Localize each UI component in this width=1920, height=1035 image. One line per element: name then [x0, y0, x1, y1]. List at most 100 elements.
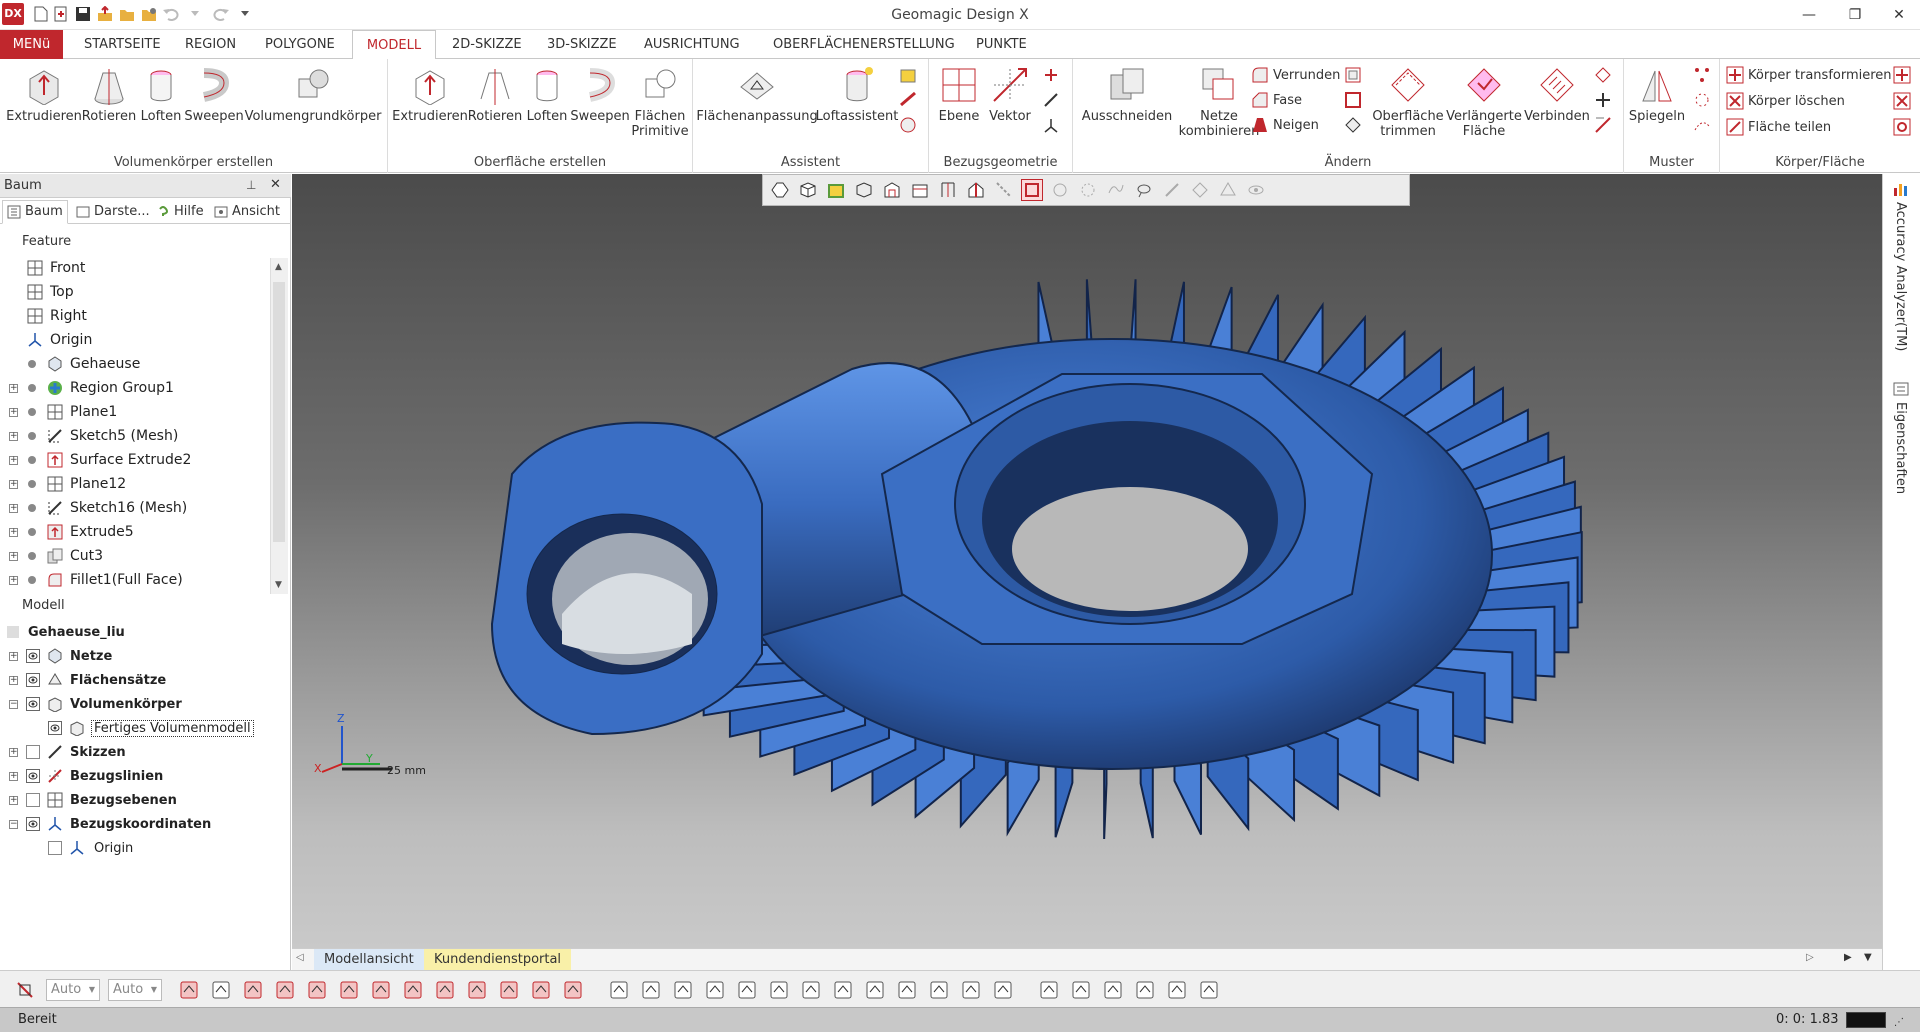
visibility-checkbox[interactable]: [48, 841, 62, 855]
point-view-icon[interactable]: [242, 979, 264, 1001]
open-import-icon[interactable]: [52, 5, 70, 23]
expand-icon[interactable]: +: [9, 431, 18, 441]
visibility-dot[interactable]: [28, 504, 36, 512]
feature-gehaeuse[interactable]: Gehaeuse: [0, 352, 268, 376]
mirror-button[interactable]: Spiegeln: [1628, 65, 1686, 124]
tab-modell[interactable]: MODELL: [352, 30, 436, 60]
draft-button[interactable]: Neigen: [1251, 115, 1319, 135]
split-face-button[interactable]: Fläche teilen: [1726, 117, 1831, 137]
feature-cut3[interactable]: + Cut3: [0, 544, 268, 568]
combine-meshes-button[interactable]: Netze kombinieren: [1177, 65, 1261, 139]
expand-icon[interactable]: +: [9, 383, 18, 393]
tab-polygone[interactable]: POLYGONE: [255, 30, 345, 59]
section-view-icon[interactable]: [498, 979, 520, 1001]
feature-plane1[interactable]: + Plane1: [0, 400, 268, 424]
feature-front[interactable]: Front: [0, 256, 268, 280]
plane-button[interactable]: Ebene: [935, 65, 983, 124]
modify-tool-3-icon[interactable]: [1593, 115, 1613, 135]
visibility-dot[interactable]: [28, 360, 36, 368]
model-fertiges-volumenmodell[interactable]: Fertiges Volumenmodell: [0, 716, 290, 740]
offset-icon[interactable]: [1343, 90, 1363, 110]
trim-surface-button[interactable]: Oberfläche trimmen: [1371, 65, 1445, 139]
modify-tool-1-icon[interactable]: [1593, 65, 1613, 85]
modify-tool-2-icon[interactable]: [1593, 90, 1613, 110]
surface-loft-button[interactable]: Loften: [524, 65, 570, 124]
surface-extrude-button[interactable]: Extrudieren: [392, 65, 468, 124]
surface-sweep-button[interactable]: Sweepen: [570, 65, 630, 124]
visibility-dot[interactable]: [28, 408, 36, 416]
export-icon[interactable]: [96, 5, 114, 23]
tab-eigenschaften[interactable]: Eigenschaften: [1893, 402, 1908, 494]
pick-face-icon[interactable]: [640, 979, 662, 1001]
curvature-view-icon[interactable]: [370, 979, 392, 1001]
scroll-left-icon[interactable]: ◁: [296, 952, 304, 963]
pick-sketch-icon[interactable]: [768, 979, 790, 1001]
feature-top[interactable]: Top: [0, 280, 268, 304]
tab-2d-skizze[interactable]: 2D-SKIZZE: [442, 30, 532, 59]
3d-viewport[interactable]: Z Y X 25 mm: [292, 174, 1882, 948]
solid-revolve-button[interactable]: Rotieren: [80, 65, 138, 124]
selection-filter-icon[interactable]: [14, 979, 36, 1001]
tab-accuracy-analyzer[interactable]: Accuracy Analyzer(TM): [1893, 202, 1908, 351]
eye-icon[interactable]: [48, 721, 62, 735]
expand-icon[interactable]: +: [9, 455, 18, 465]
transparent-view-icon[interactable]: [306, 979, 328, 1001]
close-icon[interactable]: ✕: [1876, 0, 1920, 30]
linear-pattern-icon[interactable]: [1692, 65, 1712, 85]
save-icon[interactable]: [74, 5, 92, 23]
model-flaechensaetze[interactable]: + Flächensätze: [0, 668, 290, 692]
feature-surface-extrude2[interactable]: + Surface Extrude2: [0, 448, 268, 472]
model-origin[interactable]: Origin: [0, 836, 290, 860]
curve-pattern-icon[interactable]: [1692, 115, 1712, 135]
cut-button[interactable]: Ausschneiden: [1079, 65, 1175, 124]
model-volumenkoerper[interactable]: − Volumenkörper: [0, 692, 290, 716]
feature-fillet1[interactable]: + Fillet1(Full Face): [0, 568, 268, 592]
visibility-dot[interactable]: [28, 384, 36, 392]
expand-icon[interactable]: +: [9, 675, 18, 685]
pick-body-icon[interactable]: [608, 979, 630, 1001]
redo-icon[interactable]: [212, 5, 230, 23]
wizard-tool-3-icon[interactable]: [898, 115, 918, 135]
dropdown-arrow-icon[interactable]: [186, 5, 204, 23]
model-render[interactable]: [292, 174, 1882, 948]
expand-icon[interactable]: +: [9, 575, 18, 585]
move-face-icon[interactable]: [1343, 115, 1363, 135]
open-folder-icon[interactable]: [118, 5, 136, 23]
tab-baum[interactable]: Baum: [2, 200, 68, 224]
new-file-icon[interactable]: [32, 5, 50, 23]
clipping-view-icon[interactable]: [466, 979, 488, 1001]
tab-modellansicht[interactable]: Modellansicht: [314, 949, 424, 971]
eye-icon[interactable]: [26, 697, 40, 711]
tab-ausrichtung[interactable]: AUSRICHTUNG: [634, 30, 750, 59]
delete-body-button[interactable]: Körper löschen: [1726, 91, 1845, 111]
restore-icon[interactable]: ❐: [1832, 0, 1878, 30]
point-icon[interactable]: [1041, 65, 1061, 85]
measure-distance-icon[interactable]: [1070, 979, 1092, 1001]
pick-plane-icon[interactable]: [800, 979, 822, 1001]
deviation-view-icon[interactable]: [338, 979, 360, 1001]
model-bezugsebenen[interactable]: + Bezugsebenen: [0, 788, 290, 812]
tab-ansicht[interactable]: Ansicht: [210, 200, 284, 224]
visibility-dot[interactable]: [28, 576, 36, 584]
shaded-view-icon[interactable]: [178, 979, 200, 1001]
wireframe-view-icon[interactable]: [274, 979, 296, 1001]
circular-pattern-icon[interactable]: [1692, 90, 1712, 110]
eye-icon[interactable]: [26, 817, 40, 831]
tab-region[interactable]: REGION: [175, 30, 246, 59]
visibility-dot[interactable]: [28, 480, 36, 488]
panel-close-icon[interactable]: ✕: [270, 177, 281, 192]
body-tool-3-icon[interactable]: [1892, 117, 1912, 137]
expand-icon[interactable]: +: [9, 747, 18, 757]
line-icon[interactable]: [1041, 90, 1061, 110]
normal-view-icon[interactable]: [562, 979, 584, 1001]
model-bezugslinien[interactable]: + Bezugslinien: [0, 764, 290, 788]
measure-section-icon[interactable]: [1166, 979, 1188, 1001]
filter-combo-2[interactable]: Auto ▼: [108, 979, 162, 1001]
copy-view-icon[interactable]: [1038, 979, 1060, 1001]
expand-icon[interactable]: +: [9, 795, 18, 805]
undo-icon[interactable]: [162, 5, 180, 23]
settings-folder-icon[interactable]: [140, 5, 158, 23]
pin-icon[interactable]: ⊥: [246, 178, 256, 192]
feature-origin[interactable]: Origin: [0, 328, 268, 352]
pick-all-icon[interactable]: [928, 979, 950, 1001]
